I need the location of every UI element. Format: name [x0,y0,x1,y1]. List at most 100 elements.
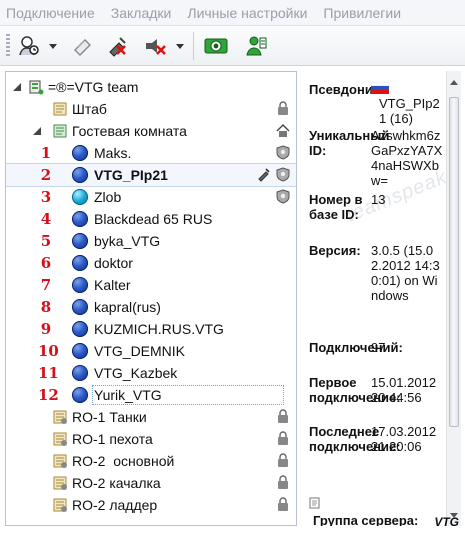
channel-row[interactable]: RO-2 основной [6,450,296,472]
client-name: byka_VTG [94,233,161,249]
uid-value: Azswhkm6zGaPxzYA7X4naHSWXbw= [371,128,443,188]
client-status-icon [72,387,88,403]
group-badge-icon [276,189,290,204]
menu-settings[interactable]: Личные настройки [187,5,307,21]
client-number: 6 [40,254,52,272]
client-name: Kalter [94,277,131,293]
whisper-icon[interactable] [244,33,270,59]
client-row[interactable]: 1 Maks. [6,142,296,164]
away-icon[interactable] [203,33,229,59]
channel-label: Штаб [72,101,107,117]
first-connection-label: Первое подключение: [309,375,401,405]
client-row[interactable]: 4 Blackdead 65 RUS [6,208,296,230]
version-value: 3.0.5 (15.02.2012 14:30:01) on Windows [371,243,440,303]
first-connection-value: 15.01.2012 20:44:56 [371,375,437,405]
mic-icon [258,168,270,182]
client-name: VTG_Kazbek [94,365,178,381]
channel-locked-icon [53,432,67,446]
client-name: doktor [94,255,133,271]
client-name: VTG_PIp21 [94,167,168,183]
chevron-down-icon[interactable] [49,42,57,50]
bookmark-icon[interactable] [70,33,96,59]
client-status-icon [72,233,88,249]
server-icon [29,80,44,95]
connections-value: 97 [371,340,386,355]
last-connection-value: 17.03.2012 21:20:06 [371,424,437,454]
channel-row[interactable]: Штаб [6,98,296,120]
vertical-scrollbar[interactable] [446,71,461,526]
channel-locked-icon [53,498,67,512]
client-number: 8 [40,298,52,316]
lock-icon [278,453,288,467]
channel-locked-icon [53,454,67,468]
client-row[interactable]: 12 Yurik_VTG [6,384,296,406]
client-status-icon [72,343,88,359]
client-number: 9 [40,320,52,338]
channel-locked-icon [53,410,67,424]
client-row[interactable]: 11 VTG_Kazbek [6,362,296,384]
client-name: KUZMICH.RUS.VTG [94,321,224,337]
collapse-arrow-icon[interactable] [12,82,22,92]
client-number: 7 [40,276,52,294]
lock-icon [278,497,288,511]
channel-label: RO-2 ладдер [72,497,158,513]
nickname-value: VTG_PIp21 (16) [379,96,440,126]
client-row[interactable]: 9 KUZMICH.RUS.VTG [6,318,296,340]
server-group-label: Группа сервера: [313,513,419,526]
menu-connection[interactable]: Подключение [6,5,95,21]
client-info-panel: teamspeak3 Псевдоним: VTG_PIp21 (16) Уни… [303,71,446,526]
channel-row[interactable]: RO-2 ладдер [6,494,296,516]
dbid-value: 13 [371,192,386,207]
client-row[interactable]: 10 VTG_DEMNIK [6,340,296,362]
group-badge-icon [276,167,290,182]
channel-row[interactable]: Гостевая комната [6,120,296,142]
channel-icon [53,124,67,138]
client-status-icon [72,321,88,337]
client-status-icon [72,255,88,271]
client-name: VTG_DEMNIK [94,343,186,359]
connections-label: Подключений: [309,340,403,355]
client-row-selected[interactable]: 2 VTG_PIp21 [6,163,296,187]
client-name: kapral(rus) [94,299,161,315]
menu-bar: Подключение Закладки Личные настройки Пр… [0,0,465,26]
client-row[interactable]: 8 kapral(rus) [6,296,296,318]
dbid-label: Номер в базе ID: [309,192,363,222]
client-name: Zlob [94,189,122,205]
chevron-down-icon[interactable] [176,42,184,50]
client-row[interactable]: 3 Zlob [6,186,296,208]
last-connection-label: Последнее подключение: [309,424,401,454]
corner-watermark: VTG [434,515,459,529]
scroll-up-icon[interactable] [450,79,458,87]
client-row[interactable]: 7 Kalter [6,274,296,296]
connect-icon[interactable] [16,33,42,59]
lock-icon [278,475,288,489]
server-row[interactable]: =®=VTG team [6,76,296,98]
channel-label: RO-1 Танки [72,409,147,425]
document-icon [309,497,320,509]
lock-icon [278,101,288,115]
russia-flag-icon [371,82,389,94]
mute-mic-icon[interactable] [104,33,130,59]
client-row[interactable]: 6 doktor [6,252,296,274]
client-row[interactable]: 5 byka_VTG [6,230,296,252]
client-status-icon [72,299,88,315]
channel-row[interactable]: RO-1 пехота [6,428,296,450]
client-number: 4 [40,210,52,228]
scrollbar-thumb[interactable] [449,97,459,427]
lock-icon [278,431,288,445]
mute-speakers-icon[interactable] [142,33,168,59]
toolbar-separator [193,32,194,60]
menu-permissions[interactable]: Привилегии [323,5,401,21]
collapse-arrow-icon[interactable] [32,126,42,136]
client-number: 1 [40,144,52,162]
channel-row[interactable]: RO-1 Танки [6,406,296,428]
client-status-icon [72,145,88,161]
client-status-icon [72,277,88,293]
home-icon [276,124,290,137]
menu-bookmarks[interactable]: Закладки [111,5,172,21]
toolbar-grip[interactable] [6,34,10,58]
channel-row[interactable]: RO-2 качалка [6,472,296,494]
client-status-icon [72,167,88,183]
client-name: Maks. [94,145,132,161]
client-name: Blackdead 65 RUS [94,211,213,227]
